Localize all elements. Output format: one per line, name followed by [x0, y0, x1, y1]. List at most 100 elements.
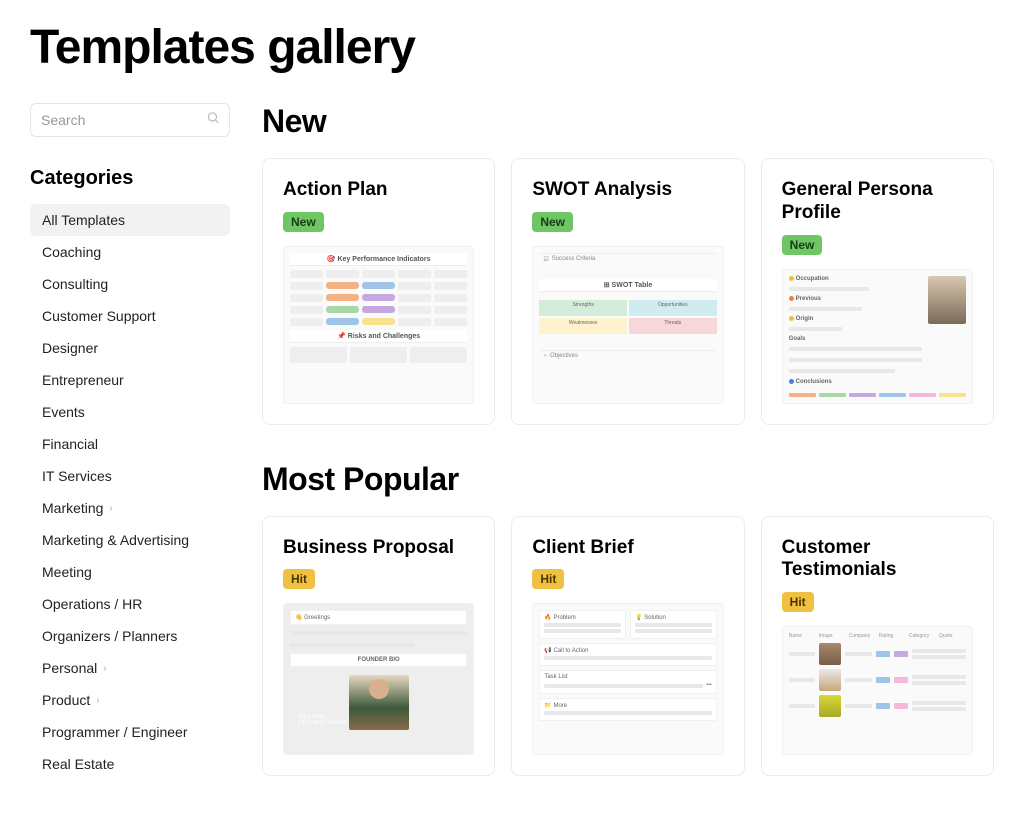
preview-label: 🔥 Problem: [539, 610, 626, 639]
category-item[interactable]: IT Services: [30, 460, 230, 492]
category-label: Real Estate: [42, 756, 114, 772]
preview-sub: 📌 Risks and Challenges: [290, 330, 467, 343]
category-label: Entrepreneur: [42, 372, 124, 388]
category-item[interactable]: Product ›: [30, 684, 230, 716]
status-badge: New: [532, 212, 573, 232]
template-preview: 🎯 Key Performance Indicators 📌 Risks and…: [283, 246, 474, 404]
category-item[interactable]: Programmer / Engineer: [30, 716, 230, 748]
card-title: Business Proposal: [283, 537, 474, 560]
main-content: New Action Plan New 🎯 Key Performance Ind…: [262, 103, 994, 812]
avatar-placeholder: [819, 669, 841, 691]
col-header: Quote: [939, 633, 966, 639]
chevron-right-icon: ›: [96, 695, 99, 706]
category-item[interactable]: All Templates: [30, 204, 230, 236]
search-wrapper: [30, 103, 230, 137]
category-item[interactable]: Personal ›: [30, 652, 230, 684]
section-new: New Action Plan New 🎯 Key Performance Ind…: [262, 103, 994, 425]
category-label: Customer Support: [42, 308, 156, 324]
category-label: Designer: [42, 340, 98, 356]
template-card[interactable]: Client Brief Hit 🔥 Problem 💡 Solution 📢 C…: [511, 516, 744, 776]
preview-label: 📁 More: [539, 698, 716, 721]
preview-label: Occupation: [789, 276, 922, 282]
preview-label: CEO and Founder: [298, 720, 347, 726]
preview-label: 💡 Solution: [630, 610, 717, 639]
category-label: Coaching: [42, 244, 101, 260]
category-item[interactable]: Consulting: [30, 268, 230, 300]
template-preview: Occupation Previous Origin Goals Conclus…: [782, 269, 973, 404]
preview-label: Goals: [789, 336, 922, 342]
chevron-right-icon: ›: [109, 503, 112, 514]
template-preview: 🔥 Problem 💡 Solution 📢 Call to Action Ta…: [532, 603, 723, 754]
category-label: Meeting: [42, 564, 92, 580]
template-preview: 👋 Greetings FOUNDER BIO Paul Sher CEO an…: [283, 603, 474, 754]
status-badge: Hit: [782, 592, 814, 612]
category-label: Programmer / Engineer: [42, 724, 188, 740]
category-item[interactable]: Designer: [30, 332, 230, 364]
preview-label: Task List •••: [539, 670, 716, 694]
template-card[interactable]: Business Proposal Hit 👋 Greetings FOUNDER…: [262, 516, 495, 776]
preview-label: Previous: [789, 296, 922, 302]
category-item[interactable]: Meeting: [30, 556, 230, 588]
category-item[interactable]: Operations / HR: [30, 588, 230, 620]
category-label: Events: [42, 404, 85, 420]
preview-label: 📢 Call to Action: [539, 643, 716, 666]
col-header: Rating: [879, 633, 906, 639]
avatar-placeholder: [819, 643, 841, 665]
card-title: Customer Testimonials: [782, 537, 973, 583]
category-item[interactable]: Real Estate: [30, 748, 230, 780]
template-preview: NameImageCompanyRatingCategoryQuote: [782, 626, 973, 754]
card-title: Action Plan: [283, 179, 474, 202]
category-item[interactable]: Financial: [30, 428, 230, 460]
avatar-placeholder: [819, 695, 841, 717]
status-badge: New: [283, 212, 324, 232]
avatar-placeholder: [349, 675, 409, 730]
category-list: All Templates Coaching Consulting Customer …: [30, 204, 230, 780]
category-item[interactable]: Events: [30, 396, 230, 428]
col-header: Image: [819, 633, 846, 639]
preview-label: Origin: [789, 316, 922, 322]
template-card[interactable]: Action Plan New 🎯 Key Performance Indicat…: [262, 158, 495, 425]
search-input[interactable]: [30, 103, 230, 137]
section-heading-new: New: [262, 103, 994, 140]
category-item[interactable]: Customer Support: [30, 300, 230, 332]
swot-cell: Strengths: [539, 300, 627, 316]
col-header: Company: [849, 633, 876, 639]
section-popular: Most Popular Business Proposal Hit 👋 Gree…: [262, 461, 994, 776]
category-item[interactable]: Coaching: [30, 236, 230, 268]
category-item[interactable]: Marketing & Advertising: [30, 524, 230, 556]
layout: Categories All Templates Coaching Consulti…: [30, 103, 994, 812]
category-item[interactable]: Marketing›: [30, 492, 230, 524]
category-item[interactable]: Entrepreneur: [30, 364, 230, 396]
status-badge: New: [782, 235, 823, 255]
template-card[interactable]: General Persona ProfileNew Occupation Pr…: [761, 158, 994, 425]
swot-cell: Weaknesses: [539, 318, 627, 334]
page-title: Templates gallery: [30, 20, 994, 75]
template-preview: ☑Success Criteria ⊞ SWOT Table Strengths…: [532, 246, 723, 404]
preview-label: ○Objectives: [539, 350, 716, 361]
card-title: Client Brief: [532, 537, 723, 560]
categories-heading: Categories: [30, 167, 230, 190]
template-card[interactable]: Customer Testimonials Hit NameImageCompan…: [761, 516, 994, 776]
section-heading-popular: Most Popular: [262, 461, 994, 498]
sidebar: Categories All Templates Coaching Consulti…: [30, 103, 230, 812]
avatar-placeholder: [928, 276, 966, 324]
preview-label: 👋 Greetings: [290, 610, 467, 625]
preview-header: 🎯 Key Performance Indicators: [290, 253, 467, 266]
chevron-right-icon: ›: [103, 663, 106, 674]
preview-label: FOUNDER BIO: [290, 653, 467, 667]
category-label: Marketing & Advertising: [42, 532, 189, 548]
preview-label: ☑Success Criteria: [539, 253, 716, 265]
category-label: Product: [42, 692, 90, 708]
category-label: Personal: [42, 660, 97, 676]
card-row-new: Action Plan New 🎯 Key Performance Indicat…: [262, 158, 994, 425]
category-label: Operations / HR: [42, 596, 142, 612]
swot-cell: Opportunities: [629, 300, 717, 316]
col-header: Name: [789, 633, 816, 639]
card-title: SWOT Analysis: [532, 179, 723, 202]
template-card[interactable]: SWOT Analysis New ☑Success Criteria ⊞ SWO…: [511, 158, 744, 425]
status-badge: Hit: [283, 569, 315, 589]
swot-cell: Threats: [629, 318, 717, 334]
category-label: Financial: [42, 436, 98, 452]
category-item[interactable]: Organizers / Planners: [30, 620, 230, 652]
status-badge: Hit: [532, 569, 564, 589]
